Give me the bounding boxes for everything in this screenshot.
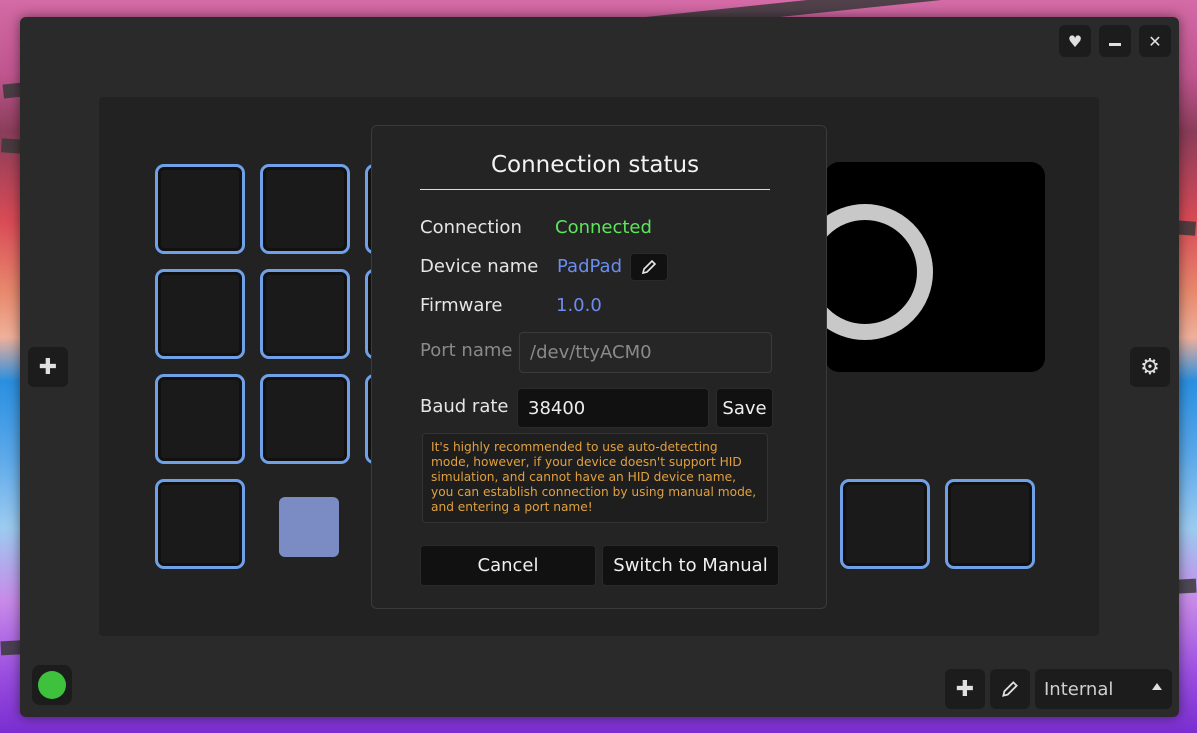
profile-select[interactable]: Internal: [1035, 669, 1172, 709]
firmware-value: 1.0.0: [556, 295, 602, 316]
pad-key[interactable]: [155, 269, 245, 359]
device-name-value: PadPad: [557, 256, 623, 277]
pad-key[interactable]: [945, 479, 1035, 569]
warning-notice: It's highly recommended to use auto-dete…: [422, 433, 768, 523]
favorite-button[interactable]: ♥: [1059, 25, 1091, 57]
pad-key[interactable]: [260, 164, 350, 254]
connection-indicator[interactable]: [32, 665, 72, 705]
firmware-label: Firmware: [420, 295, 503, 316]
settings-button[interactable]: ⚙: [1130, 347, 1170, 387]
connection-dialog: Connection status Connection Connected D…: [371, 125, 827, 609]
close-icon: ✕: [1148, 31, 1162, 51]
pencil-icon: [1002, 681, 1018, 697]
dialog-title: Connection status: [490, 152, 700, 178]
edit-device-name-button[interactable]: [630, 253, 668, 281]
device-name-label: Device name: [420, 256, 539, 277]
chevron-up-icon: [1152, 683, 1162, 690]
pad-key[interactable]: [840, 479, 930, 569]
port-name-field: /dev/ttyACM0: [519, 332, 772, 373]
pad-key[interactable]: [155, 374, 245, 464]
pad-key[interactable]: [155, 164, 245, 254]
pad-key[interactable]: [260, 374, 350, 464]
title-divider: [420, 189, 770, 190]
edit-profile-button[interactable]: [990, 669, 1030, 709]
add-page-button[interactable]: ✚: [28, 347, 68, 387]
baud-rate-label: Baud rate: [420, 396, 509, 417]
connection-label: Connection: [420, 217, 522, 238]
status-dot-icon: [38, 671, 66, 699]
heart-icon: ♥: [1067, 31, 1083, 51]
minimize-icon: [1109, 42, 1121, 46]
color-swatch[interactable]: [279, 497, 339, 557]
display-image: [825, 204, 933, 340]
add-profile-button[interactable]: ✚: [945, 669, 985, 709]
port-name-label: Port name: [420, 340, 513, 361]
save-button[interactable]: Save: [716, 388, 773, 428]
close-button[interactable]: ✕: [1139, 25, 1171, 57]
gear-icon: ⚙: [1140, 354, 1160, 380]
connection-status: Connected: [555, 217, 652, 238]
plus-icon: ✚: [38, 354, 58, 380]
pad-key[interactable]: [260, 269, 350, 359]
pencil-icon: [641, 259, 657, 275]
pad-key[interactable]: [155, 479, 245, 569]
plus-icon: ✚: [955, 676, 975, 702]
minimize-button[interactable]: [1099, 25, 1131, 57]
profile-select-value: Internal: [1044, 678, 1114, 700]
display-preview[interactable]: [825, 162, 1045, 372]
switch-to-manual-button[interactable]: Switch to Manual: [602, 545, 779, 586]
baud-rate-input[interactable]: 38400: [517, 388, 709, 428]
cancel-button[interactable]: Cancel: [420, 545, 596, 586]
app-window: ♥ ✕ ✚ ⚙ Connection status Connection Con…: [20, 17, 1179, 717]
